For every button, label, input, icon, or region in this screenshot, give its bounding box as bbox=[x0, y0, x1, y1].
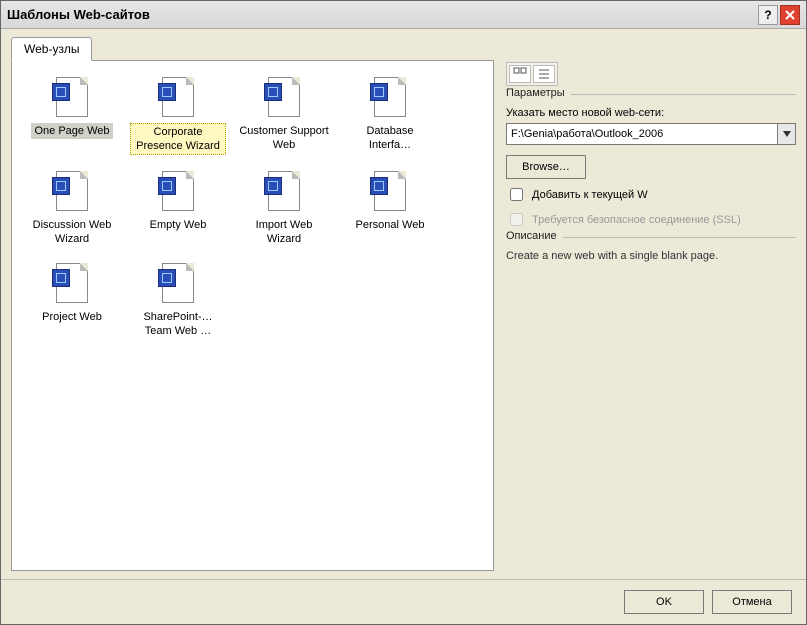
template-label: Project Web bbox=[39, 309, 105, 325]
help-button[interactable]: ? bbox=[758, 5, 778, 25]
template-item[interactable]: Database Interfa… bbox=[340, 71, 440, 159]
template-label: SharePoint-… Team Web … bbox=[130, 309, 226, 339]
window-title: Шаблоны Web-сайтов bbox=[7, 7, 150, 22]
template-icon bbox=[52, 261, 92, 305]
template-icon bbox=[52, 75, 92, 119]
location-dropdown-button[interactable] bbox=[778, 123, 796, 145]
dialog-footer: OK Отмена bbox=[1, 579, 806, 624]
ok-button[interactable]: OK bbox=[624, 590, 704, 614]
location-label: Указать место новой web-сети: bbox=[506, 107, 796, 119]
description-group: Описание Create a new web with a single … bbox=[506, 237, 796, 264]
dialog-window: Шаблоны Web-сайтов ? Web-узлы One Page W… bbox=[0, 0, 807, 625]
view-toggle bbox=[506, 62, 558, 86]
secure-connection-label: Требуется безопасное соединение (SSL) bbox=[532, 214, 741, 226]
titlebar: Шаблоны Web-сайтов ? bbox=[1, 1, 806, 29]
template-item[interactable]: Project Web bbox=[22, 257, 122, 343]
template-item[interactable]: One Page Web bbox=[22, 71, 122, 159]
description-text: Create a new web with a single blank pag… bbox=[506, 248, 796, 264]
view-list-button[interactable] bbox=[533, 65, 555, 83]
template-icon bbox=[370, 169, 410, 213]
params-group: Параметры Указать место новой web-сети: … bbox=[506, 94, 796, 229]
template-label: Personal Web bbox=[353, 217, 428, 233]
template-icon bbox=[264, 169, 304, 213]
template-item[interactable]: Discussion Web Wizard bbox=[22, 165, 122, 251]
template-icon bbox=[158, 261, 198, 305]
side-panel: Параметры Указать место новой web-сети: … bbox=[506, 60, 796, 571]
template-icon bbox=[158, 169, 198, 213]
large-icons-icon bbox=[513, 67, 527, 81]
tabstrip: Web-узлы bbox=[11, 37, 796, 61]
add-to-current-label: Добавить к текущей W bbox=[532, 189, 648, 201]
template-item[interactable]: Empty Web bbox=[128, 165, 228, 251]
template-item[interactable]: Import Web Wizard bbox=[234, 165, 334, 251]
template-label: Customer Support Web bbox=[236, 123, 332, 153]
template-list[interactable]: One Page Web Corporate Presence Wizard Cus… bbox=[11, 60, 494, 571]
template-label: One Page Web bbox=[31, 123, 112, 139]
template-label: Corporate Presence Wizard bbox=[130, 123, 226, 155]
add-to-current-checkbox[interactable] bbox=[510, 188, 523, 201]
template-icon bbox=[52, 169, 92, 213]
template-icon bbox=[264, 75, 304, 119]
template-icon bbox=[158, 75, 198, 119]
secure-connection-row: Требуется безопасное соединение (SSL) bbox=[506, 210, 796, 229]
location-input[interactable] bbox=[506, 123, 778, 145]
template-item[interactable]: SharePoint-… Team Web … bbox=[128, 257, 228, 343]
template-item[interactable]: Personal Web bbox=[340, 165, 440, 251]
tab-web-nodes[interactable]: Web-узлы bbox=[11, 37, 92, 61]
browse-button[interactable]: Browse… bbox=[506, 155, 586, 179]
cancel-button[interactable]: Отмена bbox=[712, 590, 792, 614]
chevron-down-icon bbox=[783, 131, 791, 137]
list-icon bbox=[537, 67, 551, 81]
template-icon bbox=[370, 75, 410, 119]
template-item[interactable]: Corporate Presence Wizard bbox=[128, 71, 228, 159]
location-combo bbox=[506, 123, 796, 145]
close-button[interactable] bbox=[780, 5, 800, 25]
close-icon bbox=[785, 10, 795, 20]
description-group-title: Описание bbox=[506, 230, 563, 242]
template-item[interactable]: Customer Support Web bbox=[234, 71, 334, 159]
params-group-title: Параметры bbox=[506, 87, 571, 99]
template-label: Empty Web bbox=[147, 217, 210, 233]
secure-connection-checkbox bbox=[510, 213, 523, 226]
add-to-current-row: Добавить к текущей W bbox=[506, 185, 796, 204]
template-label: Import Web Wizard bbox=[236, 217, 332, 247]
template-label: Database Interfa… bbox=[342, 123, 438, 153]
template-label: Discussion Web Wizard bbox=[24, 217, 120, 247]
view-large-icons-button[interactable] bbox=[509, 65, 531, 83]
